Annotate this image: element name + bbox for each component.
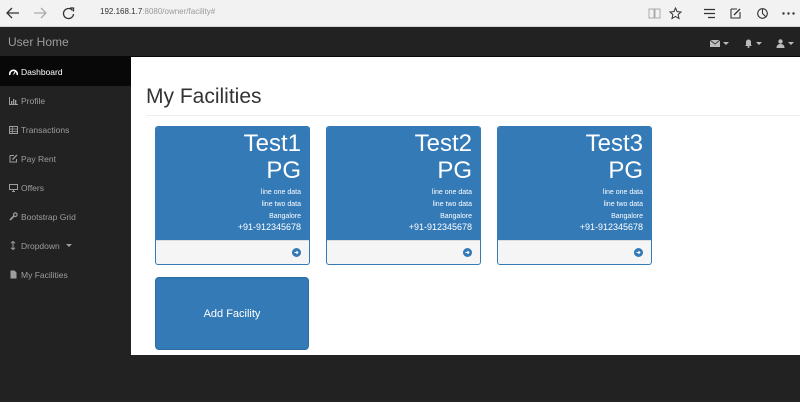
facility-phone: +91-912345678	[579, 222, 643, 232]
web-note-icon[interactable]	[727, 5, 743, 21]
sidebar-item-label: Dropdown	[21, 240, 60, 251]
brand[interactable]: User Home	[8, 35, 69, 49]
chevron-down-icon	[723, 41, 729, 45]
sidebar-item-offers[interactable]: Offers	[0, 173, 131, 202]
user-dropdown[interactable]	[776, 37, 794, 49]
url-path: :8080/owner/facility#	[142, 7, 216, 16]
facility-card-footer[interactable]	[498, 240, 651, 264]
sidebar-item-label: Transactions	[21, 124, 70, 135]
facility-card: Test1 PG line one data line two data Ban…	[155, 126, 310, 265]
envelope-icon	[710, 39, 720, 47]
facility-name: Test2	[414, 130, 472, 157]
share-icon[interactable]	[754, 5, 770, 21]
arrows-v-icon	[8, 241, 18, 251]
more-icon[interactable]	[780, 5, 796, 21]
dashboard-icon	[8, 67, 18, 77]
sidebar-item-label: Dashboard	[21, 66, 63, 77]
facility-card-footer[interactable]	[156, 240, 309, 264]
facility-card-footer[interactable]	[327, 240, 480, 264]
facility-line-two: line two data	[432, 201, 472, 208]
facility-type: PG	[608, 157, 643, 184]
sidebar-item-transactions[interactable]: Transactions	[0, 115, 131, 144]
hub-icon[interactable]	[701, 5, 717, 21]
facility-card: Test3 PG line one data line two data Ban…	[497, 126, 652, 265]
reading-view-icon[interactable]	[646, 5, 662, 21]
wrench-icon	[8, 212, 18, 222]
app-navbar: User Home	[0, 27, 800, 57]
facility-name: Test3	[585, 130, 643, 157]
page-title: My Facilities	[146, 85, 262, 108]
arrow-circle-right-icon[interactable]	[463, 248, 472, 257]
add-facility-button[interactable]: Add Facility	[155, 277, 309, 350]
facility-card-heading: Test2 PG line one data line two data Ban…	[327, 127, 480, 240]
sidebar-item-label: My Facilities	[21, 269, 68, 280]
main-content: My Facilities Test1 PG line one data lin…	[131, 57, 800, 355]
add-facility-label: Add Facility	[203, 307, 261, 320]
bell-icon	[745, 39, 752, 48]
forward-icon[interactable]	[31, 4, 49, 22]
alerts-dropdown[interactable]	[744, 37, 762, 49]
facility-city: Bangalore	[440, 213, 472, 220]
facility-line-one: line one data	[260, 189, 301, 196]
refresh-icon[interactable]	[59, 4, 77, 22]
facility-phone: +91-912345678	[408, 222, 472, 232]
arrow-circle-right-icon[interactable]	[292, 248, 301, 257]
user-icon	[776, 38, 785, 48]
file-icon	[8, 270, 18, 280]
table-icon	[8, 125, 18, 135]
facility-city: Bangalore	[611, 213, 643, 220]
sidebar-item-label: Profile	[21, 95, 46, 106]
sidebar-item-label: Pay Rent	[21, 153, 56, 164]
sidebar-item-dropdown[interactable]: Dropdown	[0, 231, 131, 260]
facility-line-one: line one data	[602, 189, 643, 196]
title-divider	[146, 115, 800, 116]
address-bar[interactable]: 192.168.1.7:8080/owner/facility#	[100, 7, 215, 16]
chevron-down-icon	[65, 244, 72, 247]
chevron-down-icon	[788, 41, 794, 45]
bar-chart-icon	[8, 96, 18, 106]
facility-name: Test1	[243, 130, 301, 157]
sidebar: Dashboard Profile Transactions Pay Rent …	[0, 57, 131, 402]
chevron-down-icon	[756, 41, 762, 45]
back-icon[interactable]	[4, 4, 22, 22]
desktop-icon	[8, 183, 18, 193]
sidebar-item-label: Bootstrap Grid	[21, 211, 76, 222]
sidebar-item-label: Offers	[21, 182, 44, 193]
sidebar-item-bootstrap-grid[interactable]: Bootstrap Grid	[0, 202, 131, 231]
sidebar-item-my-facilities[interactable]: My Facilities	[0, 260, 131, 289]
facility-type: PG	[266, 157, 301, 184]
url-host: 192.168.1.7	[100, 7, 143, 16]
facility-card-heading: Test1 PG line one data line two data Ban…	[156, 127, 309, 240]
sidebar-item-pay-rent[interactable]: Pay Rent	[0, 144, 131, 173]
sidebar-item-dashboard[interactable]: Dashboard	[0, 57, 131, 86]
facility-line-one: line one data	[431, 189, 472, 196]
facility-line-two: line two data	[603, 201, 643, 208]
facility-type: PG	[437, 157, 472, 184]
favorite-star-icon[interactable]	[667, 5, 683, 21]
facility-line-two: line two data	[261, 201, 301, 208]
messages-dropdown[interactable]	[710, 37, 729, 49]
edit-icon	[8, 154, 18, 164]
facility-card: Test2 PG line one data line two data Ban…	[326, 126, 481, 265]
page-footer-area	[0, 355, 800, 402]
facility-card-heading: Test3 PG line one data line two data Ban…	[498, 127, 651, 240]
facility-phone: +91-912345678	[237, 222, 301, 232]
sidebar-item-profile[interactable]: Profile	[0, 86, 131, 115]
facility-city: Bangalore	[269, 213, 301, 220]
arrow-circle-right-icon[interactable]	[634, 248, 643, 257]
browser-toolbar: 192.168.1.7:8080/owner/facility#	[0, 0, 800, 27]
